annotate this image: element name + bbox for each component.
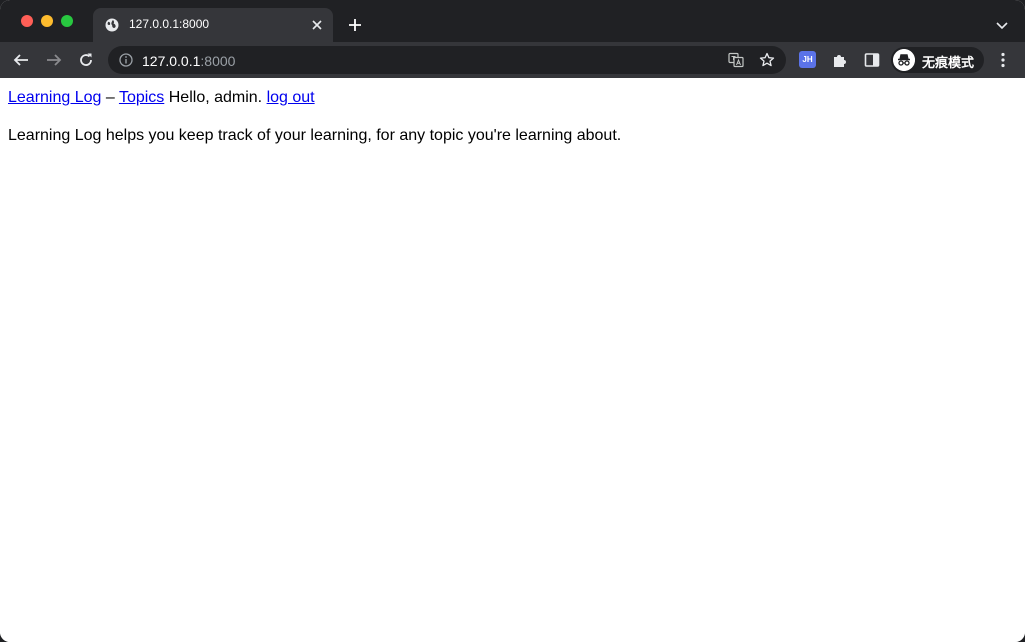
side-panel-icon[interactable] (863, 51, 881, 69)
bookmark-star-icon[interactable] (759, 52, 775, 68)
extensions-puzzle-icon[interactable] (831, 51, 849, 69)
kebab-menu-icon[interactable] (997, 52, 1009, 68)
browser-window: 127.0.0.1:8000 127.0.0.1:8000 JH 无痕模式 Le… (0, 0, 1025, 642)
url-port: :8000 (200, 53, 236, 69)
forward-arrow-icon[interactable] (45, 51, 63, 69)
incognito-icon (893, 49, 915, 71)
page-header-nav: Learning Log – Topics Hello, admin. log … (8, 89, 315, 107)
new-tab-plus-icon[interactable] (347, 17, 363, 33)
tab-strip: 127.0.0.1:8000 (0, 0, 1025, 42)
browser-toolbar: 127.0.0.1:8000 (0, 42, 1025, 78)
page-content: Learning Log – Topics Hello, admin. log … (0, 78, 1025, 642)
nav-separator: – (105, 89, 115, 106)
back-arrow-icon[interactable] (12, 51, 30, 69)
info-icon[interactable] (119, 53, 133, 67)
url-text[interactable]: 127.0.0.1:8000 (142, 53, 235, 69)
translate-icon[interactable] (728, 52, 744, 68)
incognito-label: 无痕模式 (922, 56, 975, 71)
window-minimize-button[interactable] (41, 15, 53, 27)
logout-link[interactable]: log out (267, 89, 315, 106)
reload-icon[interactable] (77, 51, 95, 69)
page-description: Learning Log helps you keep track of you… (8, 127, 622, 144)
window-maximize-button[interactable] (61, 15, 73, 27)
greeting-text: Hello, admin. (168, 89, 263, 106)
globe-icon (105, 18, 119, 32)
address-bar[interactable]: 127.0.0.1:8000 (108, 46, 786, 74)
active-tab[interactable]: 127.0.0.1:8000 (93, 8, 333, 42)
incognito-indicator[interactable]: 无痕模式 (891, 47, 984, 73)
home-link[interactable]: Learning Log (8, 89, 101, 106)
close-icon[interactable] (311, 19, 323, 31)
window-close-button[interactable] (21, 15, 33, 27)
tab-title: 127.0.0.1:8000 (129, 17, 210, 31)
topics-link[interactable]: Topics (119, 89, 164, 106)
extension-jh-icon[interactable]: JH (799, 51, 816, 68)
chevron-down-icon[interactable] (995, 18, 1009, 32)
url-host: 127.0.0.1 (142, 53, 201, 69)
